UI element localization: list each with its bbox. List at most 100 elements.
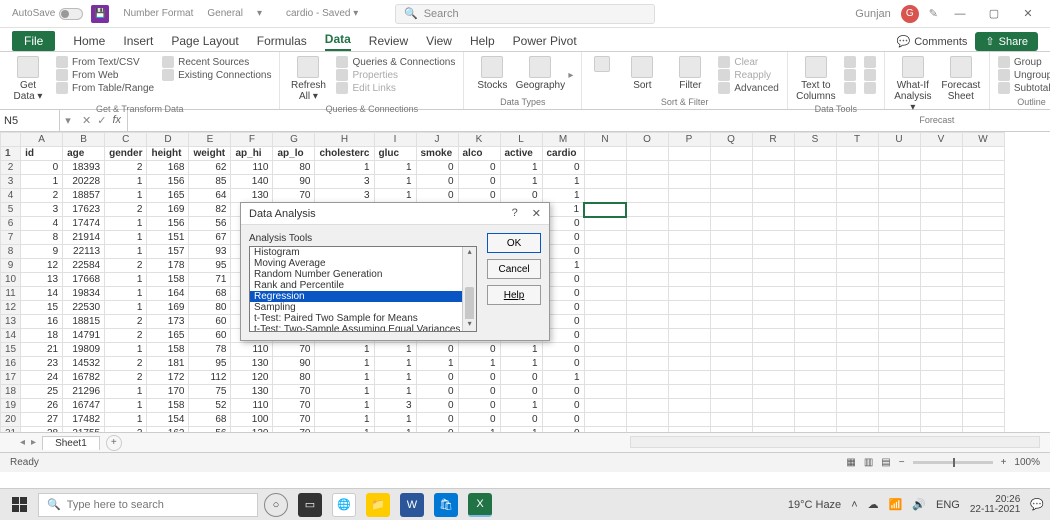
cell[interactable]: 95 (189, 357, 231, 371)
cell[interactable]: 16 (21, 315, 63, 329)
cell[interactable] (710, 315, 752, 329)
cell[interactable]: 80 (273, 161, 315, 175)
cell[interactable] (752, 371, 794, 385)
cell[interactable] (794, 399, 836, 413)
cell[interactable]: 1 (542, 371, 584, 385)
cell[interactable] (668, 357, 710, 371)
cell[interactable]: 13 (21, 273, 63, 287)
cell[interactable] (920, 315, 962, 329)
cell[interactable]: 181 (147, 357, 189, 371)
cell[interactable] (752, 399, 794, 413)
cell[interactable] (878, 161, 920, 175)
cell[interactable] (794, 357, 836, 371)
cell[interactable]: 90 (273, 175, 315, 189)
cell[interactable] (584, 413, 626, 427)
cell[interactable] (836, 315, 878, 329)
cell[interactable] (962, 413, 1004, 427)
geography-button[interactable]: Geography (520, 56, 560, 91)
cell[interactable] (878, 203, 920, 217)
cell[interactable] (836, 217, 878, 231)
formula-bar[interactable] (127, 110, 1050, 131)
horizontal-scrollbar[interactable] (630, 436, 1040, 448)
cell[interactable]: 22113 (63, 245, 105, 259)
page-layout-icon[interactable]: ▥ (864, 457, 873, 468)
subtotal[interactable]: Subtotal (998, 82, 1050, 94)
cortana-icon[interactable]: ○ (264, 493, 288, 517)
cell[interactable]: 1 (105, 413, 147, 427)
cell[interactable] (584, 343, 626, 357)
task-view-icon[interactable]: ▭ (298, 493, 322, 517)
cell[interactable]: 178 (147, 259, 189, 273)
cell[interactable] (920, 231, 962, 245)
cell[interactable]: 95 (189, 259, 231, 273)
cell[interactable]: 78 (189, 343, 231, 357)
tab-review[interactable]: Review (369, 31, 408, 51)
cell[interactable] (794, 175, 836, 189)
cell[interactable]: 12 (21, 259, 63, 273)
cell[interactable] (584, 329, 626, 343)
list-scrollbar[interactable]: ▴ ▾ (462, 247, 476, 331)
minimize-button[interactable]: — (948, 8, 972, 20)
col-header-F[interactable]: F (231, 133, 273, 147)
cell[interactable]: 100 (231, 413, 273, 427)
cell[interactable] (668, 175, 710, 189)
cell[interactable]: 20228 (63, 175, 105, 189)
cell[interactable] (878, 385, 920, 399)
cell[interactable]: 110 (231, 399, 273, 413)
cell[interactable] (878, 315, 920, 329)
cell[interactable]: 170 (147, 385, 189, 399)
cell[interactable] (584, 301, 626, 315)
cell[interactable] (920, 175, 962, 189)
cell[interactable]: 0 (542, 385, 584, 399)
word-icon[interactable]: W (400, 493, 424, 517)
cell[interactable]: 0 (416, 343, 458, 357)
cell[interactable]: 1 (105, 175, 147, 189)
start-button[interactable] (6, 492, 32, 518)
recent-sources[interactable]: Recent Sources (162, 56, 271, 68)
cell[interactable] (626, 245, 668, 259)
volume-icon[interactable]: 🔊 (912, 498, 926, 511)
cell[interactable] (752, 259, 794, 273)
row-header[interactable]: 10 (1, 273, 21, 287)
cell[interactable]: 68 (189, 287, 231, 301)
cell[interactable]: 1 (105, 301, 147, 315)
fx-icon[interactable]: fx (112, 114, 121, 127)
from-text-csv[interactable]: From Text/CSV (56, 56, 154, 68)
cell[interactable] (836, 231, 878, 245)
cell[interactable] (710, 175, 752, 189)
properties[interactable]: Properties (336, 69, 455, 81)
cell[interactable] (626, 203, 668, 217)
cell[interactable]: 1 (105, 343, 147, 357)
cell[interactable] (962, 399, 1004, 413)
col-header-D[interactable]: D (147, 133, 189, 147)
cell[interactable] (668, 301, 710, 315)
cell[interactable]: 169 (147, 301, 189, 315)
analysis-tool-option[interactable]: Regression (250, 291, 476, 302)
cell[interactable] (752, 413, 794, 427)
cell[interactable] (878, 329, 920, 343)
cell[interactable] (794, 287, 836, 301)
cell[interactable] (962, 357, 1004, 371)
cell[interactable]: 0 (416, 413, 458, 427)
cell[interactable]: 1 (374, 189, 416, 203)
cell[interactable] (626, 287, 668, 301)
document-name[interactable]: cardio - Saved ▾ (286, 8, 358, 19)
row-header[interactable]: 6 (1, 217, 21, 231)
cell[interactable] (710, 245, 752, 259)
row-header[interactable]: 19 (1, 399, 21, 413)
cell[interactable]: 1 (500, 343, 542, 357)
cell[interactable] (794, 161, 836, 175)
cell[interactable]: 1 (315, 371, 374, 385)
cell[interactable] (878, 301, 920, 315)
cell[interactable]: 80 (273, 371, 315, 385)
cell[interactable] (836, 301, 878, 315)
cell[interactable] (710, 259, 752, 273)
cell[interactable] (710, 399, 752, 413)
sort-button[interactable]: Sort (622, 56, 662, 91)
maximize-button[interactable]: ▢ (982, 7, 1006, 20)
weather-widget[interactable]: 19°C Haze (788, 499, 841, 511)
cell[interactable]: 1 (315, 357, 374, 371)
cell[interactable] (752, 231, 794, 245)
cell[interactable] (752, 189, 794, 203)
cell[interactable] (584, 217, 626, 231)
